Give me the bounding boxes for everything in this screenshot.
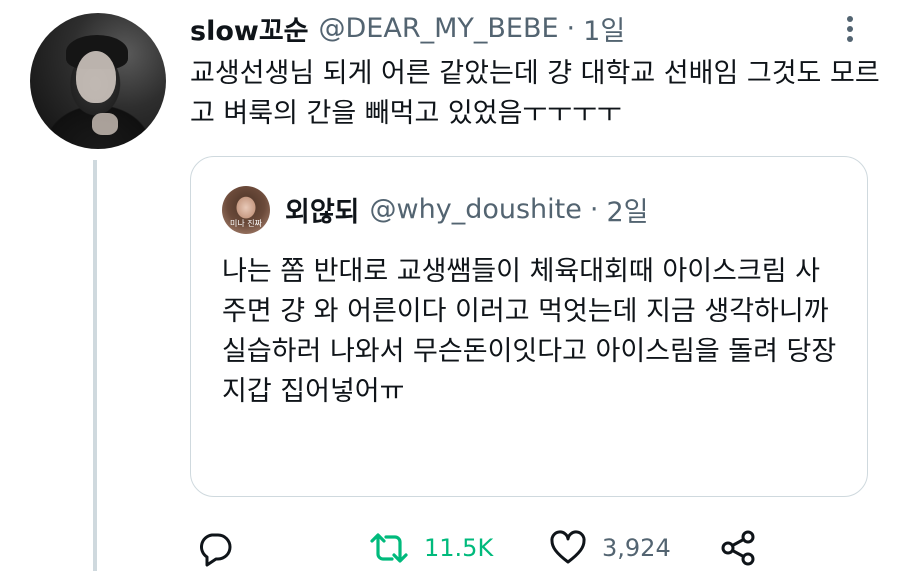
quote-avatar-caption: 미나 진짜 xyxy=(230,219,262,228)
username-handle[interactable]: @DEAR_MY_BEBE xyxy=(319,13,559,44)
more-options-icon[interactable] xyxy=(840,14,860,44)
timestamp[interactable]: 1일 xyxy=(583,9,625,48)
share-icon xyxy=(718,528,758,568)
quote-timestamp: 2일 xyxy=(606,196,649,228)
avatar[interactable] xyxy=(30,13,166,149)
tweet-text: 교생선생님 되게 어른 같았는데 걍 대학교 선배임 그것도 모르고 벼룩의 간… xyxy=(190,58,880,129)
display-name[interactable]: slow꼬순 xyxy=(190,9,309,48)
separator-dot: · xyxy=(566,12,576,44)
like-button[interactable]: 3,924 xyxy=(548,528,671,568)
quote-text: 나는 쫌 반대로 교생쌤들이 체육대회때 아이스크림 사주면 걍 와 어른이다 … xyxy=(222,256,837,407)
retweet-count: 11.5K xyxy=(424,534,494,562)
thread-line xyxy=(93,160,97,571)
quote-tweet-card[interactable]: 미나 진짜 외않되 @why_doushite · 2일 나는 쫌 반대로 교생… xyxy=(190,156,868,497)
tweet-header: slow꼬순 @DEAR_MY_BEBE · 1일 xyxy=(190,8,625,48)
quote-username-handle: @why_doushite xyxy=(369,193,582,225)
retweet-icon xyxy=(368,528,410,568)
share-button[interactable] xyxy=(718,528,758,568)
retweet-button[interactable]: 11.5K xyxy=(368,528,493,568)
reply-button[interactable] xyxy=(195,528,235,568)
avatar-face xyxy=(76,51,116,103)
quote-display-name: 외않되 xyxy=(285,196,360,228)
heart-icon xyxy=(548,528,588,568)
action-bar: 11.5K 3,924 xyxy=(190,528,880,568)
quote-header: 외않되 @why_doushite · 2일 xyxy=(285,189,648,229)
quote-separator-dot: · xyxy=(589,193,599,225)
reply-icon xyxy=(195,528,235,568)
quote-avatar: 미나 진짜 xyxy=(222,186,270,234)
like-count: 3,924 xyxy=(602,534,671,562)
avatar-hand xyxy=(92,113,118,135)
